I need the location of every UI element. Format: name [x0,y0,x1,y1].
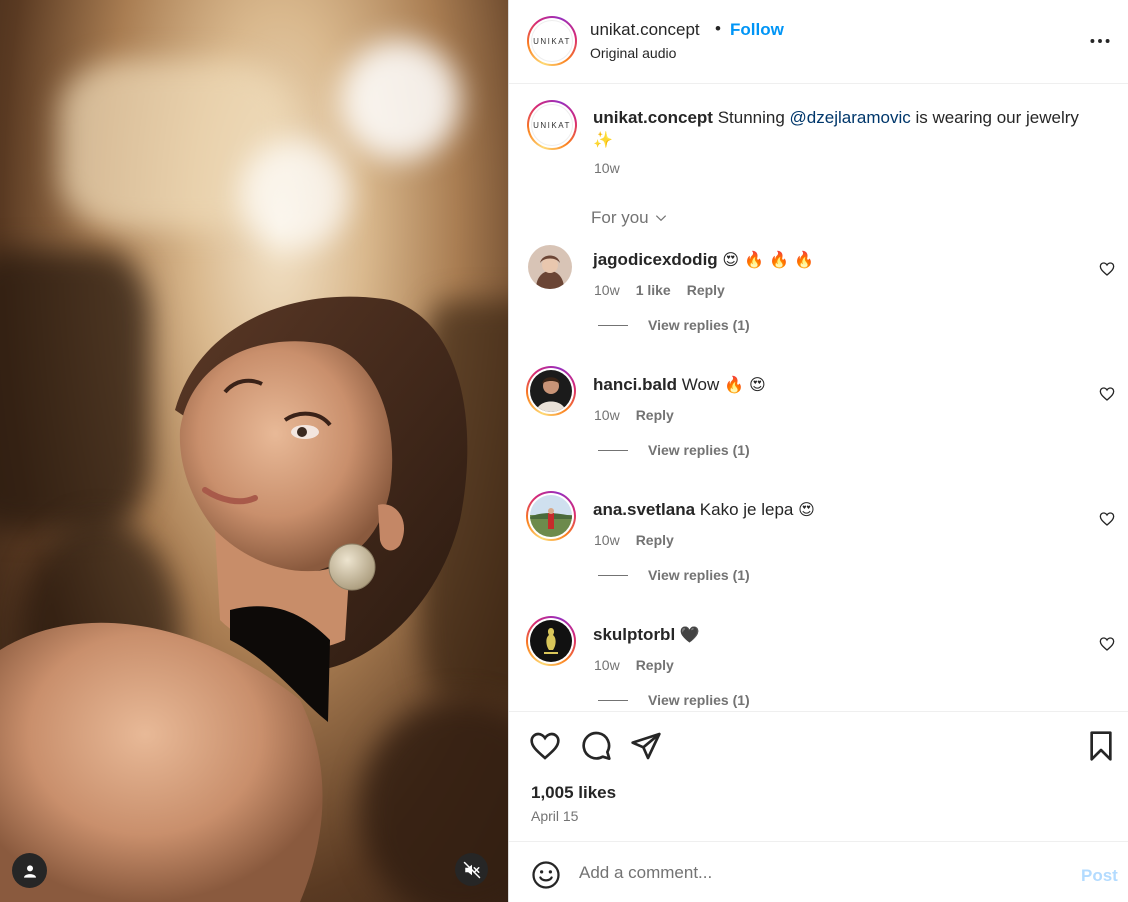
comments-list[interactable]: UNIKAT unikat.concept Stunning @dzejlara… [509,85,1128,711]
view-replies-button[interactable]: View replies (1) [598,692,750,708]
comment-emoji: 😍 🔥 🔥 🔥 [722,250,815,269]
comment-likes[interactable]: 1 like [636,282,671,298]
emoji-picker-icon[interactable] [531,860,561,890]
comment-meta: 10w Reply [594,532,674,548]
chevron-down-icon [655,215,666,222]
model-photo [0,296,468,902]
like-heart-icon[interactable] [529,730,561,762]
caption-username[interactable]: unikat.concept [593,108,713,127]
replies-divider [598,324,628,326]
audio-link[interactable]: Original audio [590,45,676,61]
comment-username[interactable]: jagodicexdodig [593,250,718,269]
comment-emoji: 😍 [798,500,815,519]
caption-body-1: Stunning [712,108,790,127]
share-send-icon[interactable] [630,730,662,762]
comment-heart-icon[interactable] [1099,261,1115,277]
comment-item: skulptorbl 🖤 10w Reply View replies (1) [509,616,1128,711]
view-replies-button[interactable]: View replies (1) [598,317,750,333]
caption-text: unikat.concept Stunning @dzejlaramovic i… [593,107,1093,151]
mute-toggle-button[interactable] [455,853,488,886]
caption-avatar[interactable]: UNIKAT [527,100,577,150]
sparkles-emoji: ✨ [593,130,613,149]
replies-divider [598,699,628,701]
reply-button[interactable]: Reply [636,407,674,423]
view-replies-button[interactable]: View replies (1) [598,567,750,583]
user-icon [23,864,36,878]
commenter-avatar[interactable] [526,616,576,666]
comment-body: jagodicexdodig 😍 🔥 🔥 🔥 [593,250,814,270]
separator-dot: • [715,19,721,38]
comment-icon[interactable] [580,730,612,762]
comment-username[interactable]: hanci.bald [593,375,677,394]
author-avatar[interactable]: UNIKAT [527,16,577,66]
mention-link[interactable]: @dzejlaramovic [790,108,911,127]
unikat-logo: UNIKAT [531,20,573,62]
caption-body-2: is wearing our jewelry [910,108,1079,127]
commenter-avatar[interactable] [526,491,576,541]
comment-body: ana.svetlana Kako je lepa 😍 [593,500,815,519]
bookmark-icon[interactable] [1085,730,1117,762]
reply-button[interactable]: Reply [636,657,674,673]
comment-body: skulptorbl 🖤 [593,625,700,645]
post-dialog: UNIKAT unikat.concept • Follow Original … [0,0,1128,902]
comment-meta: 10w 1 like Reply [594,282,725,298]
caption-timestamp[interactable]: 10w [594,160,620,176]
comment-timestamp[interactable]: 10w [594,407,620,423]
unikat-logo: UNIKAT [531,104,573,146]
comment-item: jagodicexdodig 😍 🔥 🔥 🔥 10w 1 like Reply … [509,245,1128,370]
comment-heart-icon[interactable] [1099,386,1115,402]
reply-button[interactable]: Reply [636,532,674,548]
post-actions: 1,005 likes April 15 [509,711,1128,841]
filter-label: For you [591,208,649,227]
comment-filter-dropdown[interactable]: For you [591,208,668,228]
post-video[interactable] [0,0,508,902]
author-username[interactable]: unikat.concept [590,20,700,40]
comment-username[interactable]: skulptorbl [593,625,675,644]
comment-timestamp[interactable]: 10w [594,282,620,298]
comment-timestamp[interactable]: 10w [594,532,620,548]
reply-button[interactable]: Reply [687,282,725,298]
post-header: UNIKAT unikat.concept • Follow Original … [509,0,1128,84]
comment-meta: 10w Reply [594,407,674,423]
comment-username[interactable]: ana.svetlana [593,500,695,519]
tagged-user-button[interactable] [12,853,47,888]
comment-item: hanci.bald Wow 🔥 😍 10w Reply View replie… [509,366,1128,495]
comment-meta: 10w Reply [594,657,674,673]
comment-item: ana.svetlana Kako je lepa 😍 10w Reply Vi… [509,491,1128,620]
likes-count[interactable]: 1,005 likes [531,783,616,803]
post-comment-button[interactable]: Post [1081,866,1118,886]
comment-composer: Post [509,841,1128,902]
speaker-muted-icon [463,861,480,878]
post-side-panel: UNIKAT unikat.concept • Follow Original … [508,0,1128,902]
more-options-icon[interactable] [1087,28,1113,54]
commenter-avatar[interactable] [526,366,576,416]
post-date[interactable]: April 15 [531,808,578,824]
comment-input[interactable] [579,856,1049,890]
replies-divider [598,449,628,451]
comment-timestamp[interactable]: 10w [594,657,620,673]
follow-button[interactable]: Follow [730,20,784,40]
comment-heart-icon[interactable] [1099,511,1115,527]
comment-heart-icon[interactable] [1099,636,1115,652]
replies-divider [598,574,628,576]
commenter-avatar[interactable] [528,245,572,289]
comment-emoji: 🔥 😍 [724,375,766,394]
view-replies-button[interactable]: View replies (1) [598,442,750,458]
comment-emoji: 🖤 [679,625,700,644]
comment-body: hanci.bald Wow 🔥 😍 [593,375,766,394]
